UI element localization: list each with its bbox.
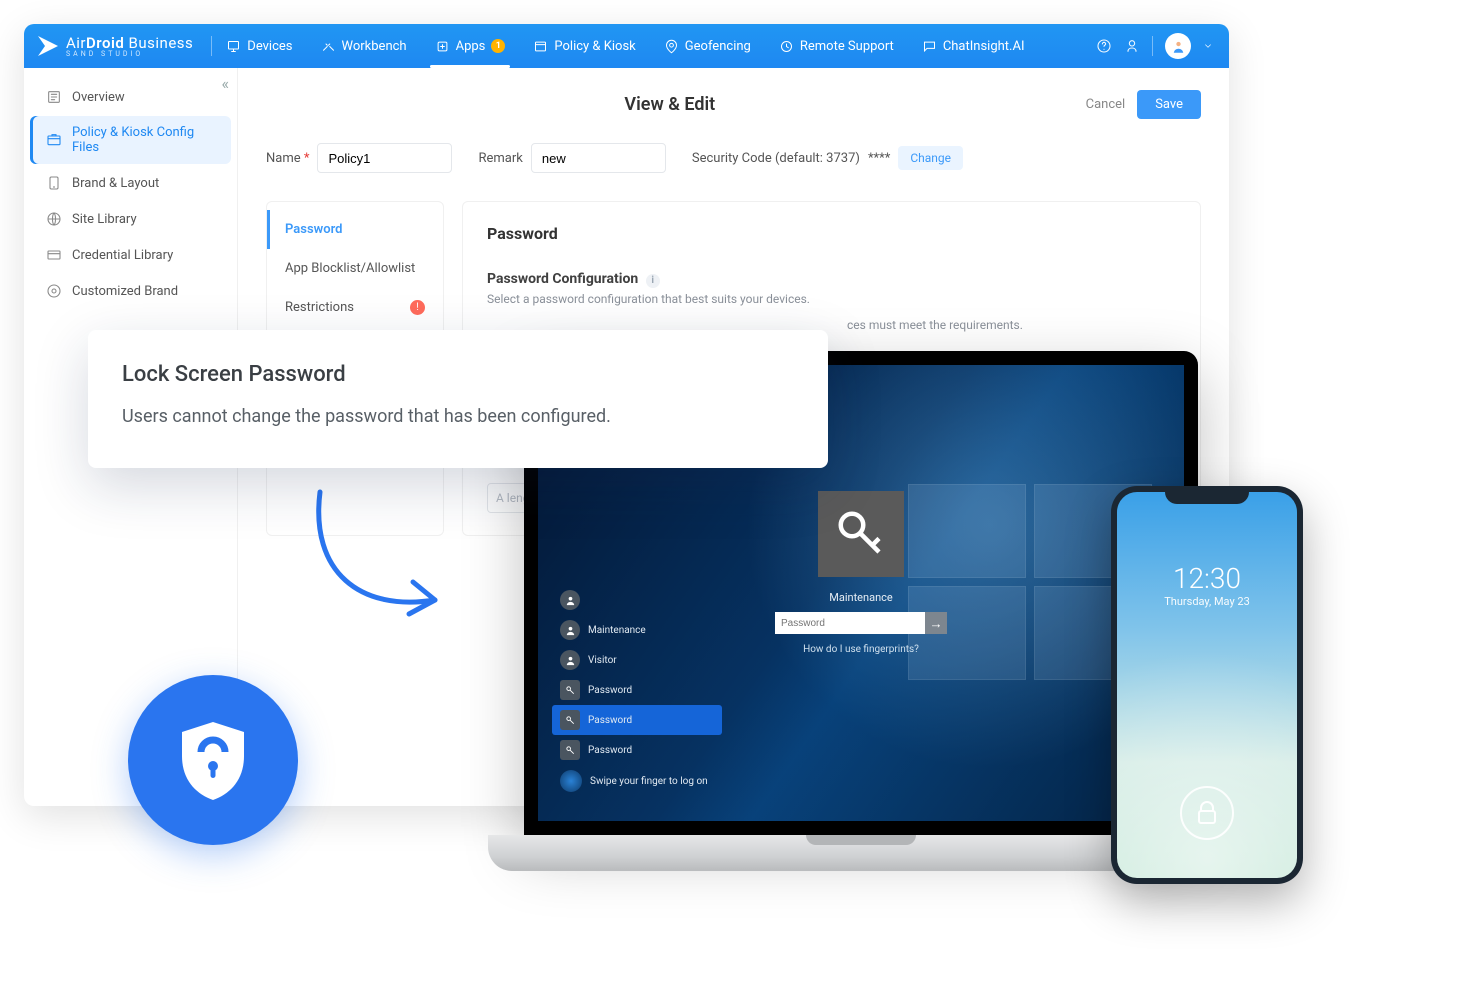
callout-body: Users cannot change the password that ha… [122,403,794,430]
win-sideitem-password[interactable]: Password [552,675,722,705]
nav-devices[interactable]: Devices [212,24,306,68]
win-account-list: Maintenance Visitor Password Password Pa… [552,585,722,797]
cancel-button[interactable]: Cancel [1074,90,1138,119]
sidebar-item-label: Customized Brand [72,284,178,299]
password-config-sub: Select a password configuration that bes… [487,292,1176,306]
key-icon [560,740,580,760]
sidebar-collapse-icon[interactable]: « [221,74,229,93]
subtab-password[interactable]: Password [267,210,443,249]
remark-field: Remark [478,143,665,173]
page-header: View & Edit Cancel Save [266,90,1201,119]
nav-chatinsight[interactable]: ChatInsight.AI [908,24,1039,68]
phone-clock: 12:30 [1117,562,1297,595]
sidebar-item-config[interactable]: Policy & Kiosk Config Files [30,116,231,164]
name-input[interactable] [317,143,452,173]
remark-label: Remark [478,151,522,166]
nav-geofencing[interactable]: Geofencing [650,24,765,68]
callout-card: Lock Screen Password Users cannot change… [88,330,828,468]
sidebar-item-label: Credential Library [72,248,173,263]
phone-lock-icon[interactable] [1180,786,1234,840]
security-code-mask: **** [868,151,890,166]
change-code-button[interactable]: Change [898,146,963,170]
info-icon[interactable]: i [646,274,660,288]
win-sideitem-password[interactable]: Password [552,735,722,765]
win-submit-button[interactable]: → [925,612,947,634]
security-code-field: Security Code (default: 3737) **** Chang… [692,146,963,170]
win-sideitem-fingerprint[interactable]: Swipe your finger to log on [552,765,722,797]
apps-badge: 1 [491,39,505,53]
nav-workbench[interactable]: Workbench [307,24,421,68]
key-tile-icon [818,491,904,577]
win-fingerprint-hint[interactable]: How do I use fingerprints? [775,644,947,655]
main-nav: Devices Workbench Apps 1 Policy & Kiosk … [212,24,1038,68]
nav-remote-support[interactable]: Remote Support [765,24,908,68]
win-username: Maintenance [775,591,947,604]
nav-utilities [1080,33,1229,59]
lock-badge [128,675,298,845]
shield-lock-icon [174,716,252,804]
key-icon [560,680,580,700]
phone-lockscreen: 12:30 Thursday, May 23 [1117,492,1297,878]
callout-title: Lock Screen Password [122,362,794,387]
win-sideitem-maintenance[interactable]: Maintenance [552,615,722,645]
user-avatar[interactable] [1165,33,1191,59]
name-field: Name * [266,143,452,173]
phone-notch [1165,486,1249,504]
nav-policy[interactable]: Policy & Kiosk [519,24,649,68]
save-button[interactable]: Save [1137,90,1201,119]
sidebar-item-credential-library[interactable]: Credential Library [30,238,231,272]
name-label: Name * [266,151,309,166]
sidebar-item-site-library[interactable]: Site Library [30,202,231,236]
remark-input[interactable] [531,143,666,173]
security-code-label: Security Code (default: 3737) [692,151,860,166]
nav-apps[interactable]: Apps 1 [421,24,520,68]
help-icon[interactable] [1096,38,1112,54]
page-title: View & Edit [266,94,1074,115]
notification-icon[interactable] [1124,38,1140,54]
win-sideitem-user[interactable] [552,585,722,615]
fingerprint-icon [560,770,582,792]
arrow-icon [300,482,470,642]
sidebar-item-customized-brand[interactable]: Customized Brand [30,274,231,308]
sidebar-item-brand-layout[interactable]: Brand & Layout [30,166,231,200]
brand-logo-icon [38,36,58,56]
requirements-tail: ces must meet the requirements. [847,318,1176,332]
form-row: Name * Remark Security Code (default: 37… [266,143,1201,173]
key-icon [560,710,580,730]
divider [1152,36,1153,56]
phone-mockup: 12:30 Thursday, May 23 [1111,486,1303,884]
sidebar-item-label: Site Library [72,212,137,227]
win-sideitem-visitor[interactable]: Visitor [552,645,722,675]
sidebar-item-overview[interactable]: Overview [30,80,231,114]
sidebar-item-label: Brand & Layout [72,176,159,191]
win-sideitem-password-selected[interactable]: Password [552,705,722,735]
sidebar-item-label: Policy & Kiosk Config Files [72,125,215,155]
sidebar-item-label: Overview [72,90,125,105]
win-password-input[interactable] [775,612,925,634]
subtab-blocklist[interactable]: App Blocklist/Allowlist [267,249,443,288]
panel-heading: Password [487,224,1176,243]
user-icon [560,590,580,610]
warning-icon: ! [410,300,425,315]
subtab-restrictions[interactable]: Restrictions ! [267,288,443,327]
chevron-down-icon[interactable] [1203,38,1213,54]
user-icon [560,650,580,670]
brand-subtitle: SAND STUDIO [66,50,193,58]
user-icon [560,620,580,640]
password-config-title: Password Configuration i [487,271,1176,288]
phone-date: Thursday, May 23 [1117,595,1297,608]
topbar: AirDroid Business SAND STUDIO Devices Wo… [24,24,1229,68]
brand: AirDroid Business SAND STUDIO [38,34,193,58]
